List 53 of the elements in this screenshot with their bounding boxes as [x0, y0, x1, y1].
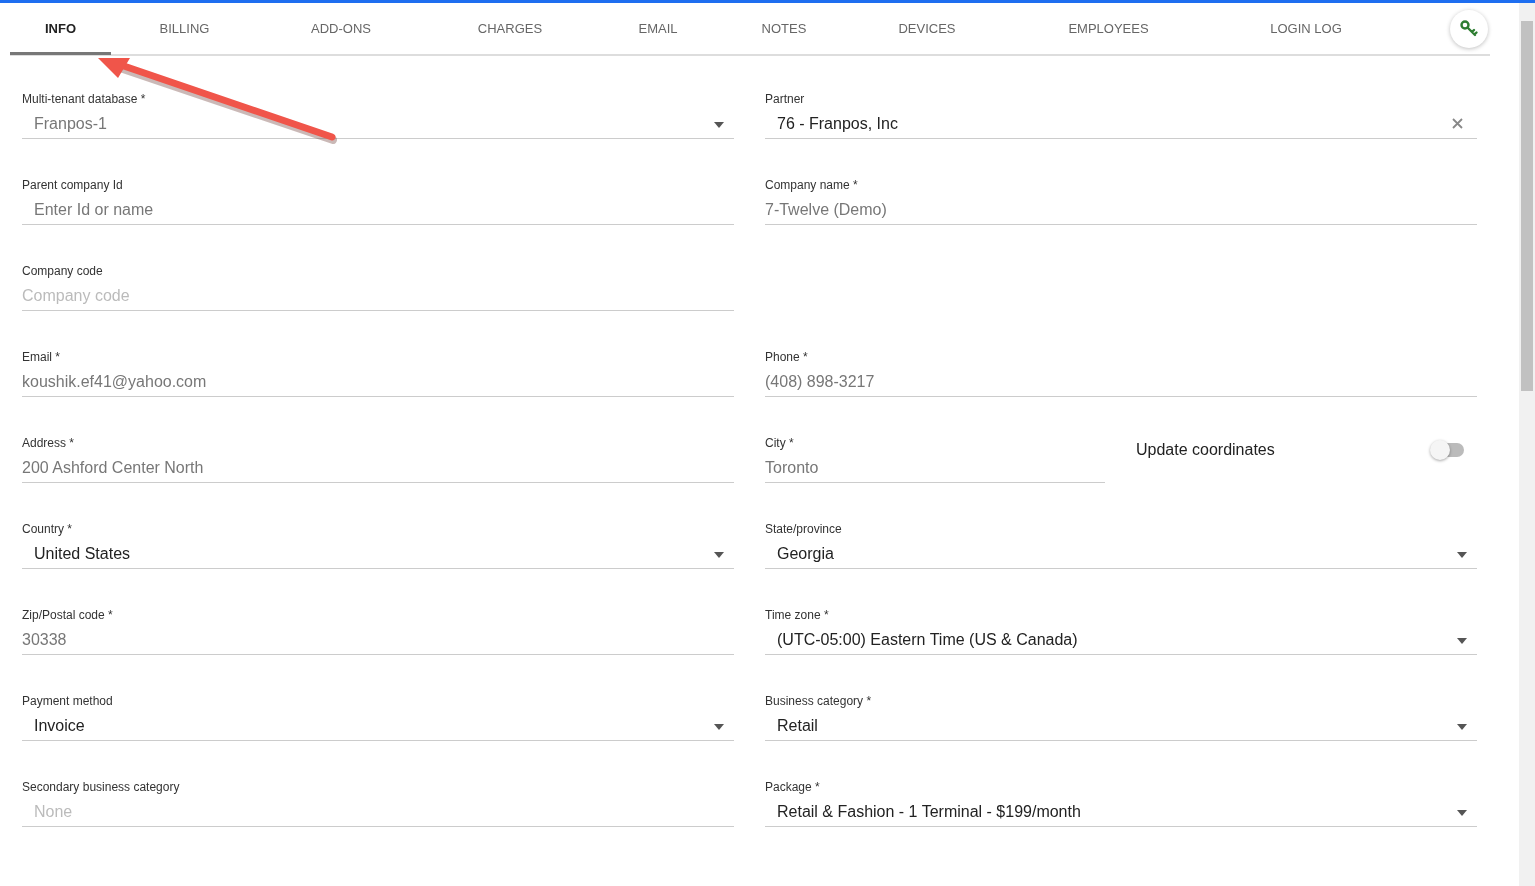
caret-icon	[1457, 810, 1467, 816]
field-label: Parent company Id	[22, 178, 124, 192]
input-field[interactable]: 76 - Franpos, Inc	[765, 110, 1477, 139]
field-label: Phone *	[765, 350, 809, 364]
toggle-label: Update coordinates	[1136, 441, 1275, 459]
field-label: Package *	[765, 780, 821, 794]
input-field[interactable]: (408) 898-3217	[765, 368, 1477, 397]
field-label: Email *	[22, 350, 61, 364]
field-label: Partner	[765, 92, 806, 106]
caret-icon	[1457, 724, 1467, 730]
select-field[interactable]: (UTC-05:00) Eastern Time (US & Canada)	[765, 626, 1477, 655]
field-label: Address *	[22, 436, 76, 450]
key-button[interactable]	[1450, 9, 1488, 48]
field-label: Multi-tenant database *	[22, 92, 147, 106]
tab[interactable]: DEVICES	[848, 4, 1006, 55]
scrollbar[interactable]	[1519, 3, 1535, 886]
scrollbar-thumb[interactable]	[1521, 21, 1533, 391]
field-label: State/province	[765, 522, 843, 536]
input-field[interactable]: koushik.ef41@yahoo.com	[22, 368, 734, 397]
select-field[interactable]: Invoice	[22, 712, 734, 741]
tab[interactable]: EMAIL	[596, 4, 720, 55]
select-field[interactable]: Retail	[765, 712, 1477, 741]
field-label: Time zone *	[765, 608, 830, 622]
tab[interactable]: NOTES	[720, 4, 848, 55]
tab[interactable]: INFO	[10, 4, 111, 55]
select-field[interactable]: United States	[22, 540, 734, 569]
input-field[interactable]: 7-Twelve (Demo)	[765, 196, 1477, 225]
select-field[interactable]: Retail & Fashion - 1 Terminal - $199/month	[765, 798, 1477, 827]
field-label: Business category *	[765, 694, 873, 708]
input-field[interactable]: Toronto	[765, 454, 1105, 483]
tab[interactable]: BILLING	[111, 4, 258, 55]
caret-icon	[714, 724, 724, 730]
select-field[interactable]: Georgia	[765, 540, 1477, 569]
field-label: Company code	[22, 264, 104, 278]
input-field[interactable]: 30338	[22, 626, 734, 655]
input-field[interactable]: 200 Ashford Center North	[22, 454, 734, 483]
field-label: Secondary business category	[22, 780, 181, 794]
close-icon[interactable]	[1452, 118, 1463, 129]
caret-icon	[1457, 552, 1467, 558]
field-label: Zip/Postal code *	[22, 608, 114, 622]
caret-icon	[1457, 638, 1467, 644]
caret-icon	[714, 552, 724, 558]
field-label: Country *	[22, 522, 74, 536]
tab[interactable]: EMPLOYEES	[1006, 4, 1211, 55]
field-label: City *	[765, 436, 795, 450]
toggle-switch[interactable]	[1430, 440, 1466, 460]
caret-icon	[714, 122, 724, 128]
key-icon	[1459, 18, 1479, 39]
tab[interactable]: CHARGES	[424, 4, 596, 55]
tab[interactable]: LOGIN LOG	[1211, 4, 1401, 55]
field-label: Payment method	[22, 694, 114, 708]
tab[interactable]: ADD-ONS	[258, 4, 424, 55]
field-label: Company name *	[765, 178, 859, 192]
